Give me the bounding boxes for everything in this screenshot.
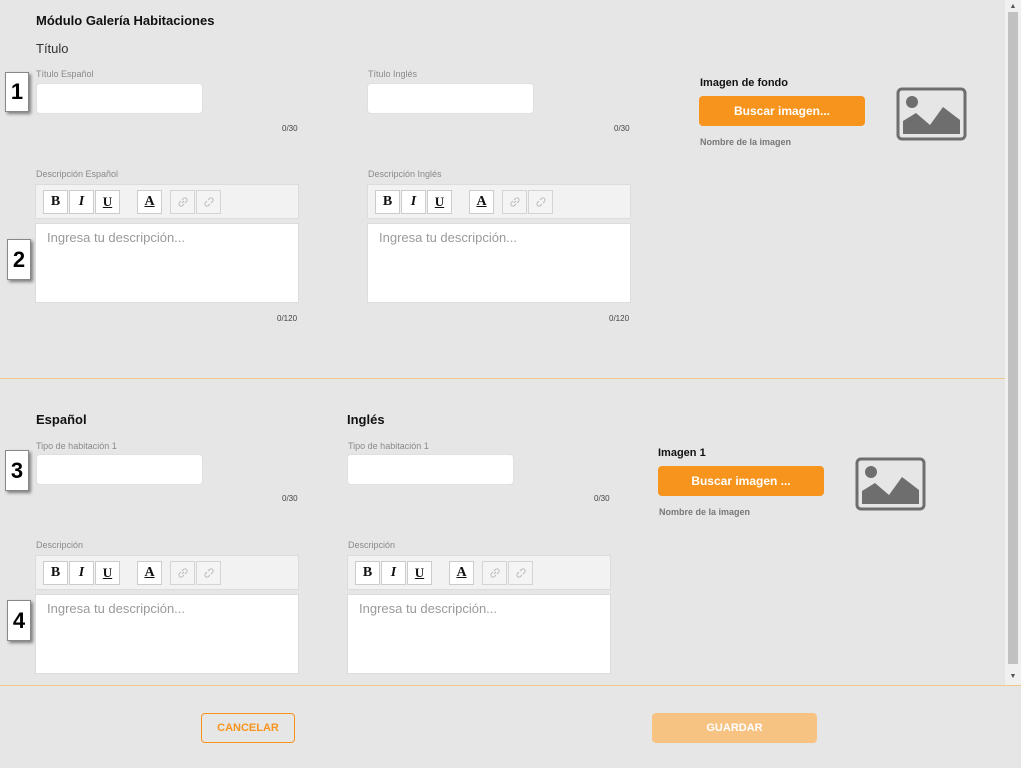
underline-button[interactable]: U (95, 560, 120, 585)
underline-button[interactable]: U (95, 189, 120, 214)
scroll-down-icon[interactable]: ▼ (1005, 670, 1021, 682)
step-marker-2: 2 (7, 239, 31, 280)
room-type-en-label: Tipo de habitación 1 (348, 441, 429, 451)
text-color-button[interactable]: A (469, 189, 494, 214)
room-type-es-input[interactable] (36, 454, 203, 485)
room-desc-es-label: Descripción (36, 540, 84, 550)
link-icon[interactable] (482, 560, 507, 585)
title-en-label: Título Inglés (368, 69, 418, 79)
desc-es-label: Descripción Español (36, 169, 119, 179)
italic-button[interactable]: I (401, 189, 426, 214)
text-color-button[interactable]: A (137, 189, 162, 214)
desc-en-label: Descripción Inglés (368, 169, 442, 179)
room-type-es-counter: 0/30 (282, 494, 298, 503)
text-color-button[interactable]: A (137, 560, 162, 585)
bold-button[interactable]: B (43, 189, 68, 214)
bold-button[interactable]: B (375, 189, 400, 214)
rooms-en-heading: Inglés (347, 412, 385, 427)
save-button[interactable]: GUARDAR (652, 713, 817, 743)
underline-button[interactable]: U (407, 560, 432, 585)
bold-button[interactable]: B (43, 560, 68, 585)
unlink-icon[interactable] (508, 560, 533, 585)
desc-es-textarea[interactable]: Ingresa tu descripción... (35, 223, 299, 303)
link-icon[interactable] (170, 560, 195, 585)
room-image-preview-icon[interactable] (855, 457, 926, 511)
step-marker-1: 1 (5, 72, 29, 112)
bg-image-title: Imagen de fondo (700, 77, 788, 89)
unlink-icon[interactable] (196, 189, 221, 214)
desc-en-counter: 0/120 (609, 314, 630, 323)
step-marker-3: 3 (5, 450, 29, 491)
section-divider (0, 378, 1005, 379)
room-desc-es-textarea[interactable]: Ingresa tu descripción... (35, 594, 299, 674)
title-en-counter: 0/30 (614, 124, 630, 133)
step-marker-4: 4 (7, 600, 31, 641)
link-icon[interactable] (170, 189, 195, 214)
link-icon[interactable] (502, 189, 527, 214)
room-type-es-label: Tipo de habitación 1 (36, 441, 117, 451)
italic-button[interactable]: I (69, 560, 94, 585)
form-footer: CANCELAR GUARDAR (0, 685, 1021, 768)
vertical-scrollbar[interactable]: ▲ ▼ (1005, 0, 1021, 685)
bg-image-search-button[interactable]: Buscar imagen... (699, 96, 865, 126)
room-image-search-button[interactable]: Buscar imagen ... (658, 466, 824, 496)
bg-image-preview-icon[interactable] (896, 87, 967, 141)
cancel-button[interactable]: CANCELAR (201, 713, 295, 743)
room-type-en-input[interactable] (347, 454, 514, 485)
scroll-thumb[interactable] (1008, 12, 1018, 664)
text-color-button[interactable]: A (449, 560, 474, 585)
form-scroll-area[interactable]: Módulo Galería Habitaciones Título 1 Tít… (0, 0, 1005, 685)
room-desc-en-textarea[interactable]: Ingresa tu descripción... (347, 594, 611, 674)
bg-image-name: Nombre de la imagen (700, 137, 792, 147)
unlink-icon[interactable] (528, 189, 553, 214)
title-es-label: Título Español (36, 69, 94, 79)
underline-button[interactable]: U (427, 189, 452, 214)
room-type-en-counter: 0/30 (594, 494, 610, 503)
desc-en-toolbar: B I U A (367, 184, 631, 219)
desc-en-textarea[interactable]: Ingresa tu descripción... (367, 223, 631, 303)
italic-button[interactable]: I (381, 560, 406, 585)
desc-es-toolbar: B I U A (35, 184, 299, 219)
room-desc-en-label: Descripción (348, 540, 396, 550)
room-image-title: Imagen 1 (658, 447, 706, 459)
rooms-es-heading: Español (36, 412, 87, 427)
title-es-counter: 0/30 (282, 124, 298, 133)
room-desc-en-toolbar: B I U A (347, 555, 611, 590)
title-en-input[interactable] (367, 83, 534, 114)
desc-es-counter: 0/120 (277, 314, 298, 323)
module-title: Módulo Galería Habitaciones (36, 13, 215, 28)
room-image-name: Nombre de la imagen (659, 507, 751, 517)
room-desc-es-toolbar: B I U A (35, 555, 299, 590)
bold-button[interactable]: B (355, 560, 380, 585)
scroll-up-icon[interactable]: ▲ (1005, 0, 1021, 12)
italic-button[interactable]: I (69, 189, 94, 214)
title-es-input[interactable] (36, 83, 203, 114)
section-title: Título (36, 41, 69, 56)
unlink-icon[interactable] (196, 560, 221, 585)
